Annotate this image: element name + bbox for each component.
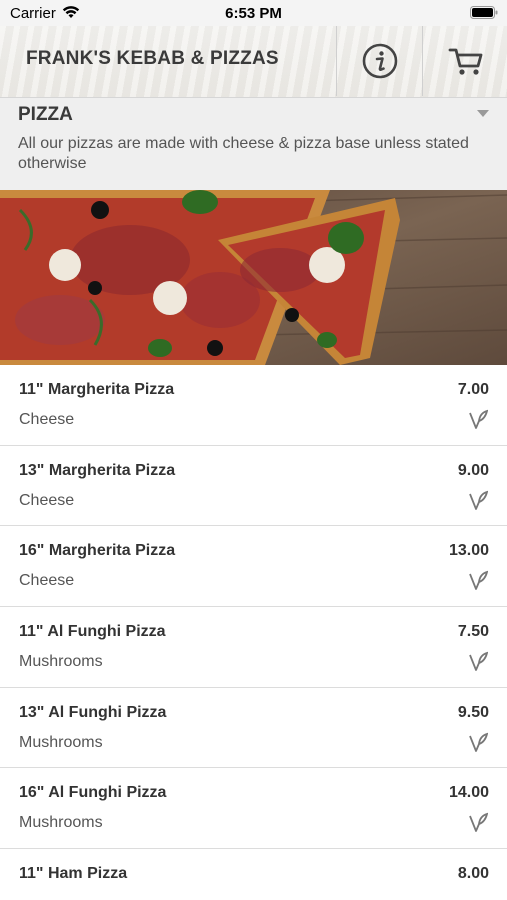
item-description: Mushrooms (19, 814, 103, 832)
vegetarian-icon (469, 732, 488, 752)
item-price: 9.50 (457, 703, 489, 721)
item-price: 13.00 (448, 542, 489, 560)
menu-item[interactable]: 13" Al Funghi Pizza 9.50 Mushrooms (0, 687, 507, 769)
menu-list: 11" Margherita Pizza 7.00 Cheese 13" Mar… (0, 365, 507, 900)
item-name: 11" Margherita Pizza (19, 381, 175, 398)
menu-item[interactable]: 11" Al Funghi Pizza 7.50 Mushrooms (0, 607, 507, 688)
menu-item[interactable]: 11" Ham Pizza 8.00 (0, 849, 507, 900)
item-name: 13" Al Funghi Pizza (19, 703, 167, 721)
info-icon (362, 43, 397, 79)
menu-item[interactable]: 16" Al Funghi Pizza 14.00 Mushrooms (0, 768, 507, 850)
cart-button[interactable] (422, 26, 507, 96)
item-name: 11" Ham Pizza (19, 865, 128, 883)
item-description: Cheese (19, 491, 75, 509)
menu-item[interactable]: 13" Margherita Pizza 9.00 Cheese (0, 445, 507, 527)
pizza-banner-image (0, 190, 507, 365)
item-name: 13" Margherita Pizza (19, 461, 176, 479)
menu-item[interactable]: 16" Margherita Pizza 13.00 Cheese (0, 526, 507, 608)
status-time: 6:53 PM (225, 5, 282, 22)
status-bar: Carrier 6:53 PM (0, 0, 507, 26)
item-price: 9.00 (457, 461, 489, 479)
item-description: Mushrooms (19, 733, 103, 751)
category-description: All our pizzas are made with cheese & pi… (18, 135, 469, 172)
item-name: 16" Margherita Pizza (19, 542, 176, 560)
item-name: 11" Al Funghi Pizza (19, 623, 166, 641)
info-button[interactable] (336, 26, 422, 96)
vegetarian-icon (469, 651, 488, 671)
item-name: 16" Al Funghi Pizza (19, 784, 167, 802)
item-price: 7.50 (457, 623, 489, 641)
item-price: 14.00 (448, 784, 489, 802)
item-price: 8.00 (457, 865, 489, 883)
vegetarian-icon (469, 571, 488, 591)
vegetarian-icon (469, 409, 488, 429)
vegetarian-icon (469, 490, 488, 510)
battery-icon (470, 6, 498, 19)
chevron-down-icon[interactable] (477, 110, 489, 117)
app-header: FRANK'S KEBAB & PIZZAS (0, 26, 507, 98)
category-header-pizza[interactable]: PIZZA All our pizzas are made with chees… (0, 98, 507, 190)
menu-item[interactable]: 11" Margherita Pizza 7.00 Cheese (0, 365, 507, 446)
category-title: PIZZA (18, 104, 73, 125)
item-price: 7.00 (457, 381, 489, 398)
vegetarian-icon (469, 813, 488, 833)
item-description: Cheese (19, 411, 75, 428)
cart-icon (448, 48, 482, 75)
item-description: Mushrooms (19, 653, 103, 671)
pizza-photo (0, 190, 507, 365)
restaurant-title: FRANK'S KEBAB & PIZZAS (26, 48, 279, 69)
item-description: Cheese (19, 572, 75, 590)
